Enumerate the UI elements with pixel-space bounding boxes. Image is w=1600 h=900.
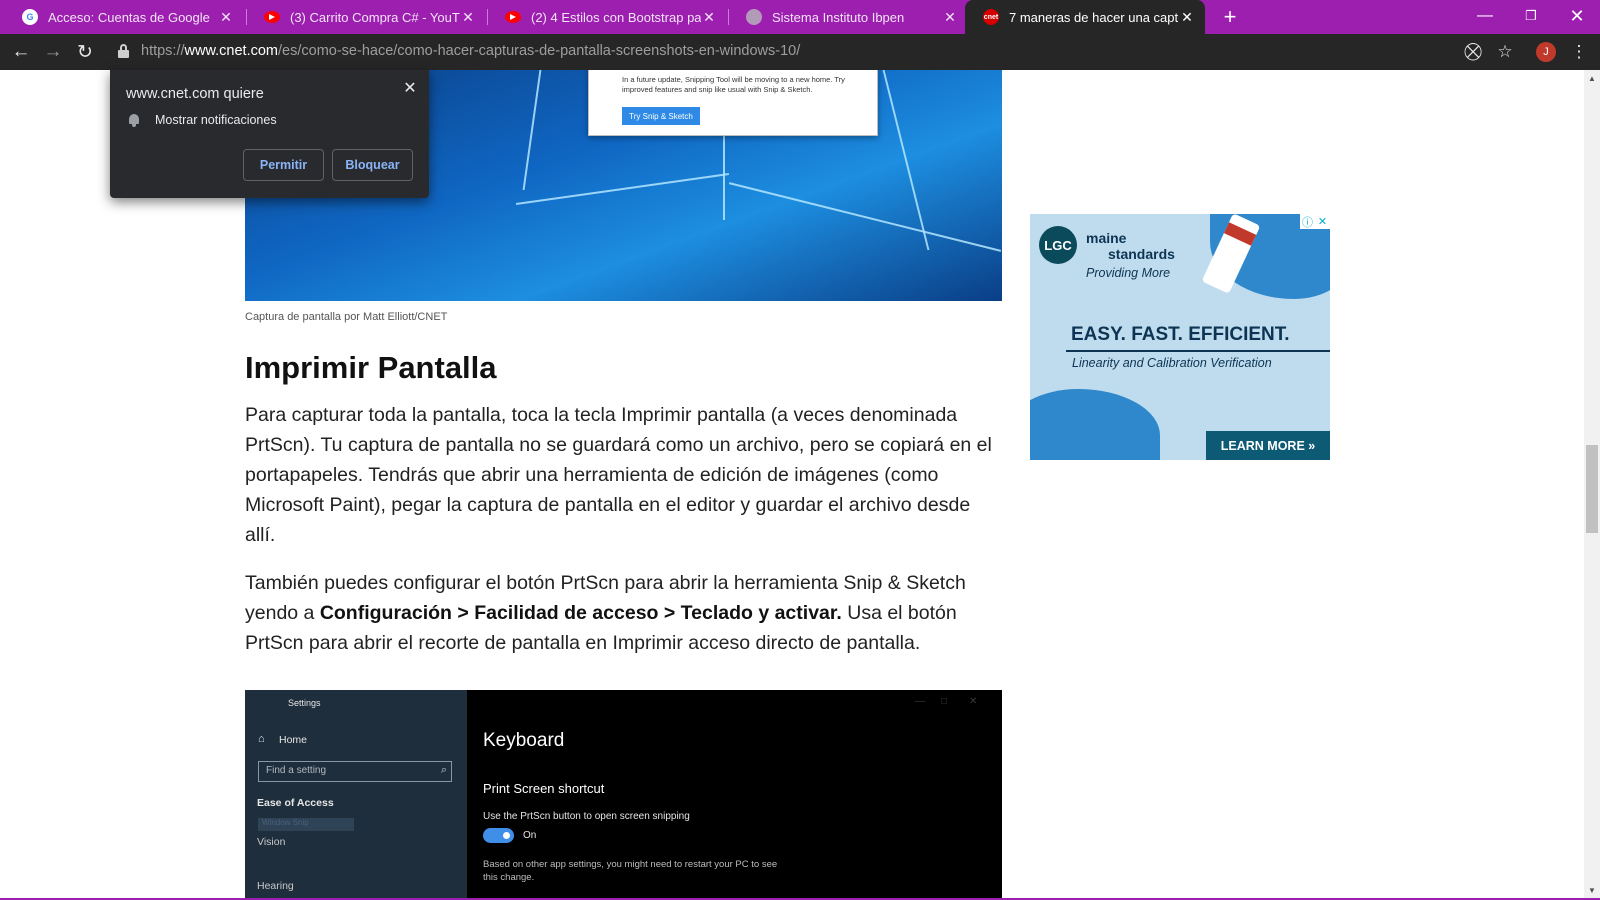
tab-google-account[interactable]: G Acceso: Cuentas de Google ✕ — [4, 0, 244, 34]
minimize-button[interactable]: — — [1462, 0, 1508, 32]
glove-hand-graphic — [1030, 389, 1160, 460]
address-bar[interactable]: https://www.cnet.com/es/como-se-hace/com… — [141, 43, 800, 59]
settings-item-hearing: Hearing — [257, 880, 294, 892]
block-button[interactable]: Bloquear — [332, 149, 413, 181]
ad-tagline: Providing More — [1086, 266, 1171, 280]
dialog-text: In a future update, Snipping Tool will b… — [622, 75, 845, 94]
settings-close-icon: ✕ — [969, 696, 978, 707]
scrollbar-thumb[interactable] — [1586, 445, 1598, 533]
vertical-scrollbar[interactable]: ▲ ▼ — [1584, 70, 1600, 900]
settings-group-title: Print Screen shortcut — [483, 781, 605, 796]
new-tab-button[interactable]: + — [1216, 0, 1244, 34]
youtube-favicon-icon — [264, 11, 280, 23]
scroll-down-arrow-icon[interactable]: ▼ — [1584, 882, 1600, 898]
ad-headline: EASY. FAST. EFFICIENT. — [1071, 324, 1290, 345]
ad-close-icon[interactable]: ✕ — [1315, 214, 1330, 229]
paragraph-2: También puedes configurar el botón PrtSc… — [245, 568, 1005, 658]
url-path: /es/como-se-hace/como-hacer-capturas-de-… — [278, 43, 801, 59]
close-tab-icon[interactable]: ✕ — [460, 9, 476, 26]
reload-button[interactable]: ↻ — [70, 37, 100, 67]
bell-icon — [127, 113, 141, 127]
ad-brand-line2: standards — [1108, 246, 1175, 262]
settings-toggle-switch — [483, 828, 514, 843]
profile-avatar[interactable]: J — [1536, 42, 1556, 62]
search-placeholder: Find a setting — [266, 765, 327, 776]
settings-screenshot-image: Settings ⌂ Home Find a setting ⌕ Ease of … — [245, 690, 1002, 900]
windows-logo-beam — [515, 173, 730, 205]
home-icon: ⌂ — [258, 733, 265, 745]
settings-maximize-icon: □ — [941, 696, 948, 707]
permission-label: Mostrar notificaciones — [155, 113, 277, 127]
popup-close-icon[interactable]: ✕ — [400, 78, 420, 98]
popup-title: www.cnet.com quiere — [126, 86, 264, 102]
ad-brand-line1: maine — [1086, 230, 1127, 246]
settings-section-title: Ease of Access — [257, 797, 334, 809]
settings-sidebar — [245, 690, 467, 900]
google-favicon-icon: G — [22, 9, 38, 25]
ad-brand: maine standards — [1086, 230, 1175, 262]
tab-title: (3) Carrito Compra C# - YouTube — [290, 9, 460, 25]
close-tab-icon[interactable]: ✕ — [701, 9, 717, 26]
close-tab-icon[interactable]: ✕ — [942, 9, 958, 26]
scroll-up-arrow-icon[interactable]: ▲ — [1584, 70, 1600, 86]
ad-subline: Linearity and Calibration Verification — [1072, 356, 1272, 370]
close-tab-icon[interactable]: ✕ — [218, 9, 234, 26]
settings-home: Home — [279, 734, 308, 746]
tab-title: Sistema Instituto Ibpen — [772, 9, 905, 25]
url-host: www.cnet.com — [184, 43, 279, 59]
paragraph-1: Para capturar toda la pantalla, toca la … — [245, 404, 992, 546]
blocked-cookies-icon[interactable]: ⛒ — [1462, 41, 1484, 63]
settings-item-vision: Vision — [257, 836, 286, 848]
windows-logo-beam — [728, 182, 1002, 252]
back-button[interactable]: ← — [6, 37, 36, 67]
advertisement-banner[interactable]: LGC maine standards Providing More EASY. … — [1030, 214, 1330, 460]
close-tab-icon[interactable]: ✕ — [1179, 9, 1195, 26]
tab-youtube-bootstrap[interactable]: (2) 4 Estilos con Bootstrap para A ✕ — [487, 0, 727, 34]
tab-cnet-active[interactable]: cnet 7 maneras de hacer una captura d ✕ — [965, 0, 1205, 34]
tab-sistema-ibpen[interactable]: Sistema Instituto Ibpen ✕ — [728, 0, 968, 34]
close-window-button[interactable]: ✕ — [1554, 0, 1600, 32]
learn-more-button[interactable]: LEARN MORE » — [1206, 431, 1330, 460]
url-scheme: https:// — [141, 43, 185, 59]
settings-toggle-state: On — [523, 830, 537, 841]
search-icon: ⌕ — [440, 764, 447, 776]
windows-logo-beam — [522, 70, 542, 190]
tab-strip: G Acceso: Cuentas de Google ✕ (3) Carrit… — [0, 0, 1600, 34]
notification-permission-popup: www.cnet.com quiere ✕ Mostrar notificaci… — [110, 70, 429, 198]
section-heading: Imprimir Pantalla — [245, 350, 497, 385]
tab-title: Acceso: Cuentas de Google — [48, 9, 210, 25]
settings-option-label: Use the PrtScn button to open screen sni… — [483, 811, 690, 822]
lock-icon[interactable] — [118, 44, 129, 58]
bookmark-star-icon[interactable]: ☆ — [1494, 41, 1516, 63]
try-snip-sketch-button: Try Snip & Sketch — [622, 107, 700, 125]
tab-youtube-carrito[interactable]: (3) Carrito Compra C# - YouTube ✕ — [246, 0, 486, 34]
forward-button[interactable]: → — [38, 37, 68, 67]
restore-button[interactable]: ❐ — [1508, 0, 1554, 32]
settings-window-title: Settings — [288, 698, 321, 708]
settings-minimize-icon: — — [915, 696, 925, 707]
tab-title: 7 maneras de hacer una captura d — [1009, 9, 1179, 25]
browser-toolbar: ← → ↻ https://www.cnet.com/es/como-se-ha… — [0, 34, 1600, 70]
youtube-favicon-icon — [505, 11, 521, 23]
settings-note: Based on other app settings, you might n… — [483, 859, 778, 883]
settings-search-field: Find a setting ⌕ — [258, 761, 452, 782]
settings-highlight-item: Window Snip — [258, 818, 354, 831]
lgc-logo: LGC — [1039, 226, 1077, 264]
allow-button[interactable]: Permitir — [243, 149, 324, 181]
image-caption: Captura de pantalla por Matt Elliott/CNE… — [245, 311, 448, 323]
cnet-favicon-icon: cnet — [983, 9, 999, 25]
snipping-tool-dialog: In a future update, Snipping Tool will b… — [588, 70, 878, 136]
ad-divider — [1066, 350, 1330, 352]
globe-favicon-icon — [746, 9, 762, 25]
settings-page-title: Keyboard — [483, 730, 565, 751]
menu-kebab-icon[interactable]: ⋮ — [1568, 41, 1590, 63]
settings-path-bold: Configuración > Facilidad de acceso > Te… — [319, 602, 842, 624]
ad-info-icon[interactable]: ⓘ — [1300, 214, 1315, 229]
tab-title: (2) 4 Estilos con Bootstrap para A — [531, 9, 701, 25]
